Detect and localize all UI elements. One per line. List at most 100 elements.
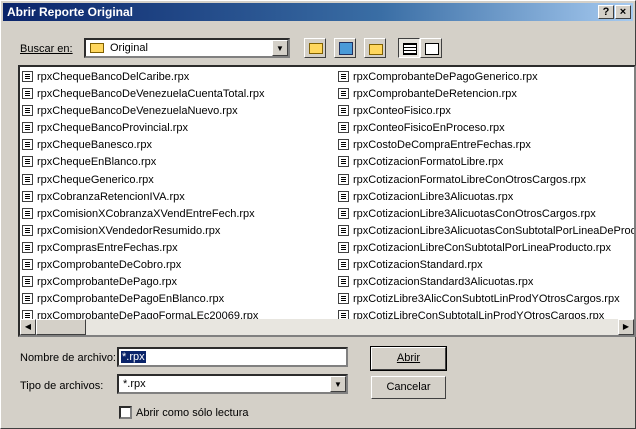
file-list-item[interactable]: rpxConteoFisicoEnProceso.rpx (338, 120, 634, 137)
report-file-icon (338, 173, 349, 185)
report-file-icon (22, 293, 33, 305)
file-name: rpxComprobanteDeRetencion.rpx (353, 88, 517, 101)
file-list-item[interactable]: rpxCotizacionFormatoLibreConOtrosCargos.… (338, 172, 634, 189)
report-file-icon (22, 105, 33, 117)
report-file-icon (22, 139, 33, 151)
report-file-icon (22, 156, 33, 168)
file-column-1: rpxChequeBancoDelCaribe.rpx rpxChequeBanc… (22, 69, 265, 325)
file-name: rpxConteoFisicoEnProceso.rpx (353, 122, 505, 135)
report-file-icon (22, 122, 33, 134)
file-list-item[interactable]: rpxCotizacionFormatoLibre.rpx (338, 154, 634, 171)
report-file-icon (22, 173, 33, 185)
file-list-item[interactable]: rpxCotizLibre3AlicConSubtotLinProdYOtros… (338, 291, 634, 308)
filetype-select[interactable]: *.rpx ▼ (117, 374, 348, 394)
file-list-item[interactable]: rpxComprobanteDeRetencion.rpx (338, 86, 634, 103)
folder-up-icon (309, 43, 323, 54)
report-file-icon (22, 88, 33, 100)
file-name: rpxCotizacionLibre3Alicuotas.rpx (353, 190, 514, 203)
file-name: rpxChequeGenerico.rpx (37, 173, 154, 186)
file-name: rpxCotizacionFormatoLibreConOtrosCargos.… (353, 173, 586, 186)
file-list-item[interactable]: rpxComprobanteDePagoGenerico.rpx (338, 69, 634, 86)
report-file-icon (22, 190, 33, 202)
file-list-item[interactable]: rpxChequeBancoDeVenezuelaNuevo.rpx (22, 103, 265, 120)
chevron-down-icon[interactable]: ▼ (330, 376, 346, 392)
file-list-item[interactable]: rpxComisionXCobranzaXVendEntreFech.rpx (22, 206, 265, 223)
file-name: rpxComprobanteDePagoEnBlanco.rpx (37, 293, 225, 306)
file-list-item[interactable]: rpxCotizacionStandard.rpx (338, 257, 634, 274)
file-column-2: rpxComprobanteDePagoGenerico.rpx rpxCompr… (338, 69, 636, 325)
file-list-item[interactable]: rpxCotizacionLibre3AlicuotasConSubtotalP… (338, 223, 636, 240)
filetype-value: *.rpx (123, 378, 146, 390)
help-button[interactable]: ? (598, 5, 614, 19)
file-list-item[interactable]: rpxCobranzaRetencionIVA.rpx (22, 189, 265, 206)
details-view-button[interactable] (420, 38, 442, 58)
new-folder-button[interactable] (364, 38, 386, 58)
file-list-item[interactable]: rpxCostoDeCompraEntreFechas.rpx (338, 137, 634, 154)
file-list-item[interactable]: rpxComprobanteDeCobro.rpx (22, 257, 265, 274)
report-file-icon (338, 259, 349, 271)
close-button[interactable]: × (615, 5, 631, 19)
list-view-button[interactable] (398, 38, 420, 58)
filetype-label: Tipo de archivos: (20, 380, 104, 392)
file-list[interactable]: rpxChequeBancoDelCaribe.rpx rpxChequeBanc… (18, 65, 636, 337)
details-view-icon (425, 43, 439, 55)
file-name: rpxChequeBancoDeVenezuelaCuentaTotal.rpx (37, 88, 265, 101)
file-list-item[interactable]: rpxChequeBancoProvincial.rpx (22, 120, 265, 137)
file-list-item[interactable]: rpxChequeBancoDeVenezuelaCuentaTotal.rpx (22, 86, 265, 103)
open-button[interactable]: Abrir (370, 346, 447, 371)
file-list-item[interactable]: rpxComprobanteDePagoEnBlanco.rpx (22, 291, 265, 308)
report-file-icon (338, 190, 349, 202)
report-file-icon (338, 105, 349, 117)
report-file-icon (22, 71, 33, 82)
report-file-icon (338, 71, 349, 82)
file-name: rpxComprobanteDePago.rpx (37, 276, 178, 289)
file-list-item[interactable]: rpxComisionXVendedorResumido.rpx (22, 223, 265, 240)
file-name: rpxChequeBancoProvincial.rpx (37, 122, 189, 135)
lookin-label: Buscar en: (20, 43, 73, 55)
up-folder-button[interactable] (304, 38, 326, 58)
file-name: rpxCotizacionLibre3AlicuotasConOtrosCarg… (353, 207, 596, 220)
filename-label: Nombre de archivo: (20, 352, 116, 364)
report-file-icon (338, 276, 349, 288)
file-name: rpxChequeBancoDeVenezuelaNuevo.rpx (37, 105, 238, 118)
file-name: rpxComisionXVendedorResumido.rpx (37, 224, 221, 237)
file-name: rpxComprobanteDeCobro.rpx (37, 259, 182, 272)
file-list-item[interactable]: rpxChequeBanesco.rpx (22, 137, 265, 154)
file-name: rpxCotizacionLibre3AlicuotasConSubtotalP… (353, 224, 636, 237)
file-list-item[interactable]: rpxChequeEnBlanco.rpx (22, 154, 265, 171)
file-list-item[interactable]: rpxCotizacionLibre3Alicuotas.rpx (338, 189, 634, 206)
scroll-thumb[interactable] (36, 319, 86, 335)
scroll-right-button[interactable]: ▶ (618, 319, 634, 335)
filename-value: *.rpx (121, 351, 146, 363)
new-folder-icon (369, 44, 383, 55)
file-list-item[interactable]: rpxCotizacionStandard3Alicuotas.rpx (338, 274, 634, 291)
horizontal-scrollbar[interactable]: ◀ ▶ (20, 319, 634, 335)
chevron-down-icon[interactable]: ▼ (272, 40, 288, 56)
scroll-left-button[interactable]: ◀ (20, 319, 36, 335)
file-list-item[interactable]: rpxComprobanteDePago.rpx (22, 274, 265, 291)
report-file-icon (338, 88, 349, 100)
dialog-title: Abrir Reporte Original (7, 5, 134, 19)
lookin-combo[interactable]: Original ▼ (84, 38, 290, 58)
filename-input[interactable]: *.rpx (117, 347, 348, 367)
file-list-item[interactable]: rpxCotizacionLibre3AlicuotasConOtrosCarg… (338, 206, 634, 223)
readonly-label: Abrir como sólo lectura (136, 407, 249, 419)
desktop-button[interactable] (334, 38, 356, 58)
file-name: rpxCotizacionFormatoLibre.rpx (353, 156, 504, 169)
file-list-item[interactable]: rpxComprasEntreFechas.rpx (22, 240, 265, 257)
lookin-value: Original (110, 42, 148, 54)
cancel-button[interactable]: Cancelar (371, 376, 446, 399)
readonly-checkbox[interactable] (119, 406, 132, 419)
file-name: rpxCostoDeCompraEntreFechas.rpx (353, 139, 531, 152)
title-bar: Abrir Reporte Original ? × (3, 3, 633, 21)
report-file-icon (22, 276, 33, 288)
file-list-item[interactable]: rpxChequeGenerico.rpx (22, 172, 265, 189)
file-name: rpxCobranzaRetencionIVA.rpx (37, 190, 185, 203)
report-file-icon (338, 139, 349, 151)
report-file-icon (338, 156, 349, 168)
file-list-item[interactable]: rpxCotizacionLibreConSubtotalPorLineaPro… (338, 240, 634, 257)
report-file-icon (338, 224, 349, 236)
file-list-item[interactable]: rpxConteoFisico.rpx (338, 103, 634, 120)
file-list-item[interactable]: rpxChequeBancoDelCaribe.rpx (22, 69, 265, 86)
file-name: rpxComisionXCobranzaXVendEntreFech.rpx (37, 207, 255, 220)
